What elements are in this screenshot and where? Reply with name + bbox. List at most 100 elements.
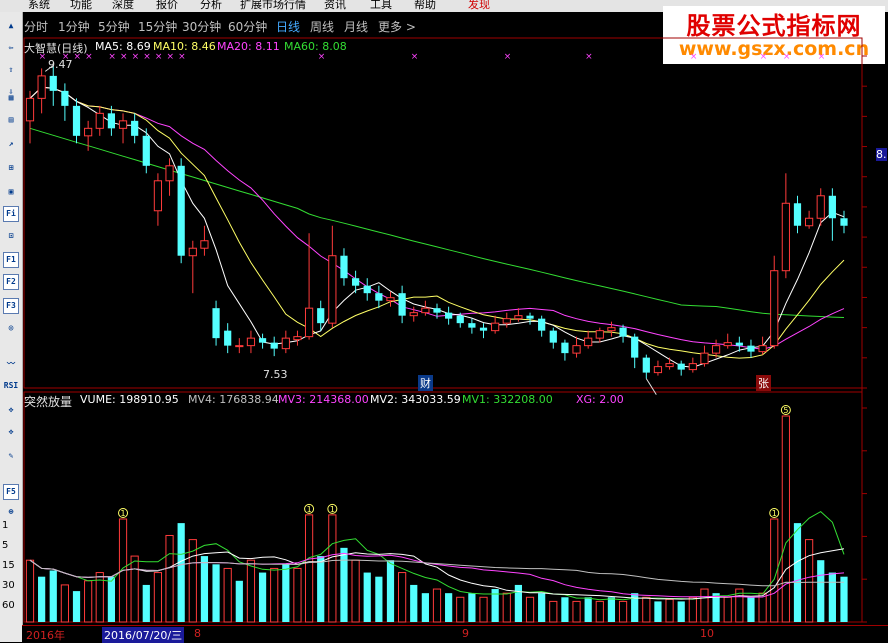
candle-body [177,165,185,256]
candle-body [770,270,779,347]
volume-bar [618,600,628,623]
candle-body [781,202,790,272]
volume-bar [665,598,674,623]
ma60-line [29,127,845,318]
volume-bar [642,596,651,623]
candle-body [840,218,848,226]
candle-body [398,293,406,316]
candle-body [118,120,128,129]
candle-body [153,180,163,212]
volume-bar [445,593,453,622]
candle-body [735,342,743,346]
volume-bar [828,572,836,622]
candle-body [549,330,557,343]
candle-body [421,307,430,314]
event-x-mark: × [760,52,768,62]
candle-body [445,312,453,319]
candle-body [84,127,93,137]
candle-body [514,315,523,320]
volume-bar [817,560,825,622]
candle-body [642,357,650,373]
mv4-value: MV4: 176838.94 [188,393,279,406]
volume-bar [525,596,535,623]
event-x-mark: × [178,52,186,62]
candle-body [235,345,244,348]
volume-bar [654,601,662,622]
volume-bar [688,596,697,623]
volume-bar [781,415,790,623]
volume-ma-green-line [29,510,845,601]
volume-bar [107,576,116,622]
event-x-mark: × [318,52,326,62]
event-x-mark: × [504,52,512,62]
volume-bar [153,572,163,623]
volume-bar [398,572,407,623]
date-month-8: 8 [194,627,201,640]
volume-bar [165,534,174,623]
volume-bar [25,559,35,623]
candle-body [526,315,534,319]
volume-bar [468,593,476,622]
candle-body [479,327,488,331]
volume-bar [421,593,429,622]
surge-marker-number: 1 [121,509,126,518]
candle-body [677,363,685,370]
candle-body [711,345,721,354]
candle-body [107,113,116,129]
date-month-9: 9 [462,627,469,640]
event-x-mark: × [108,52,116,62]
event-x-mark: × [167,52,175,62]
candle-body [25,97,35,122]
low-price-label: 7.53 [263,368,288,381]
volume-bar [572,600,581,623]
candle-body [270,342,278,349]
candle-body [653,366,663,374]
event-x-mark: × [818,52,826,62]
date-selected[interactable]: 2016/07/20/三 [102,627,185,643]
high-price-label: 9.47 [48,58,73,71]
candle-body [95,112,104,129]
candle-body [805,217,814,227]
volume-bar [130,555,139,623]
volume-bar [142,584,150,622]
candle-body [212,308,220,339]
surge-marker-number: 5 [783,406,788,415]
candle-body [142,135,150,166]
candle-body [363,285,371,294]
volume-bar [340,547,348,622]
volume-bar [538,593,546,622]
ma5-line [29,86,845,368]
volume-bar [84,580,93,623]
xg-value: XG: 2.00 [576,393,624,406]
kline-chart[interactable]: × × × × × × × × × × × × × × × × × × ×1 1 1 15 [0,0,888,642]
volume-bar [432,588,442,623]
surge-marker-number: 1 [307,505,312,514]
candle-body [433,308,441,313]
event-x-mark: × [155,52,163,62]
volume-bar [282,564,290,622]
vume-value: VUME: 198910.95 [80,393,179,406]
candle-body [165,165,174,182]
candle-body [200,240,209,249]
volume-bar [747,597,755,622]
candle-body [456,315,464,324]
date-month-10: 10 [700,627,714,640]
ma10-value: MA10: 8.46 [153,40,216,53]
candle-body [665,363,674,368]
event-x-mark: × [690,52,698,62]
candle-body [723,342,732,347]
candle-body [49,75,57,91]
candle-body [502,318,511,324]
date-axis: 2016年 2016/07/20/三 8 9 10 [22,625,888,643]
surge-marker-number: 1 [772,509,777,518]
volume-bar [328,514,337,623]
surge-marker-number: 1 [330,505,335,514]
right-price-tag: 8. [876,148,887,161]
volume-bar [200,556,209,622]
volume-bar [304,514,314,623]
volume-bar [595,600,604,623]
volume-bar [258,572,267,622]
candle-body [538,318,546,331]
candle-body [293,336,302,341]
event-x-mark: × [143,52,151,62]
